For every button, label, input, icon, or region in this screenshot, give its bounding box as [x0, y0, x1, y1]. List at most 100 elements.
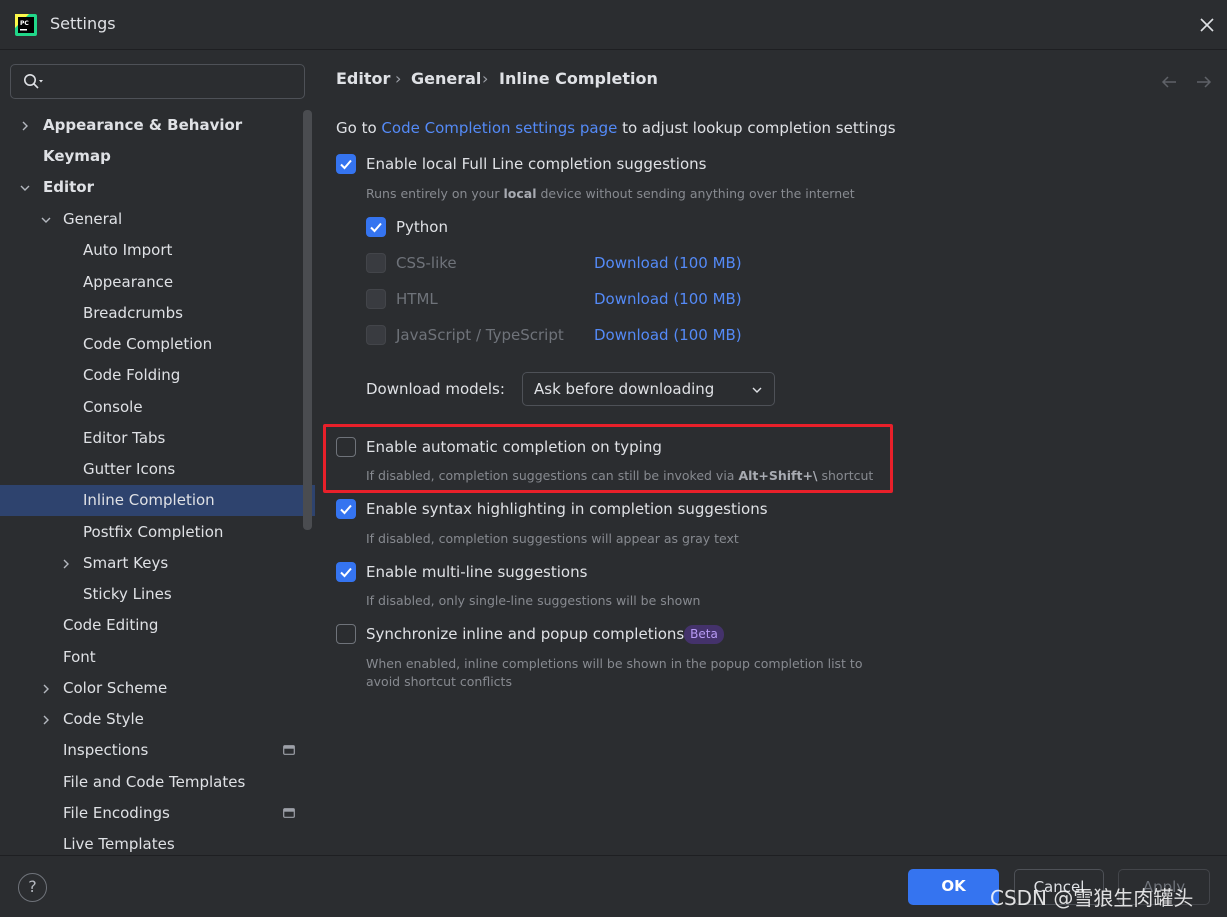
breadcrumb-separator: › — [395, 69, 402, 88]
html-label: HTML — [396, 290, 438, 308]
breadcrumb-inline-completion: Inline Completion — [499, 69, 658, 88]
help-button[interactable]: ? — [18, 873, 47, 902]
breadcrumb-editor[interactable]: Editor — [336, 69, 390, 88]
tree-item-console[interactable]: Console — [0, 392, 315, 423]
download-models-label: Download models: — [366, 380, 505, 398]
tree-item-label: Sticky Lines — [83, 585, 172, 603]
code-completion-settings-link[interactable]: Code Completion settings page — [381, 119, 617, 137]
chevron-right-icon — [22, 121, 28, 131]
tree-item-label: Code Style — [63, 710, 144, 728]
checkmark-icon — [340, 567, 352, 578]
javascript-typescript-checkbox[interactable] — [366, 325, 386, 345]
tree-item-color-scheme[interactable]: Color Scheme — [0, 673, 315, 704]
tree-item-code-folding[interactable]: Code Folding — [0, 360, 315, 391]
html-download-link[interactable]: Download (100 MB) — [594, 290, 742, 308]
svg-text:PC: PC — [20, 20, 29, 27]
tree-item-appearance-behavior[interactable]: Appearance & Behavior — [0, 110, 315, 141]
tree-item-gutter-icons[interactable]: Gutter Icons — [0, 454, 315, 485]
tree-item-code-completion[interactable]: Code Completion — [0, 329, 315, 360]
arrow-left-icon — [1161, 76, 1176, 88]
checkmark-icon — [340, 159, 352, 170]
tree-item-label: Code Completion — [83, 335, 213, 353]
tree-item-code-editing[interactable]: Code Editing — [0, 610, 315, 641]
checkmark-icon — [370, 222, 382, 233]
sync-popup-hint-line2: avoid shortcut conflicts — [366, 674, 512, 689]
tree-item-font[interactable]: Font — [0, 642, 315, 673]
project-scope-icon — [283, 745, 295, 755]
hint-shortcut: Alt+Shift+\ — [738, 468, 818, 483]
tree-item-label: Code Folding — [83, 366, 181, 384]
css-like-label: CSS-like — [396, 254, 457, 272]
css-like-checkbox[interactable] — [366, 253, 386, 273]
multi-line-checkbox[interactable] — [336, 562, 356, 582]
tree-item-label: Font — [63, 648, 96, 666]
tree-item-inline-completion[interactable]: Inline Completion — [0, 485, 315, 516]
full-line-checkbox[interactable] — [336, 154, 356, 174]
hint-text: shortcut — [821, 468, 874, 483]
tree-item-postfix-completion[interactable]: Postfix Completion — [0, 517, 315, 548]
tree-item-editor[interactable]: Editor — [0, 172, 315, 203]
search-icon — [23, 73, 45, 95]
forward-button[interactable] — [1193, 72, 1213, 92]
tree-item-label: Keymap — [43, 147, 111, 165]
hint-bold: local — [503, 186, 537, 201]
close-button[interactable] — [1192, 10, 1222, 40]
title-bar: PC Settings — [0, 0, 1227, 50]
tree-item-general[interactable]: General — [0, 204, 315, 235]
tree-item-file-code-templates[interactable]: File and Code Templates — [0, 767, 315, 798]
javascript-typescript-download-link[interactable]: Download (100 MB) — [594, 326, 742, 344]
python-label: Python — [396, 218, 448, 236]
tree-item-auto-import[interactable]: Auto Import — [0, 235, 315, 266]
back-button[interactable] — [1160, 72, 1180, 92]
download-models-select[interactable]: Ask before downloading — [522, 372, 775, 406]
syntax-highlight-checkbox[interactable] — [336, 499, 356, 519]
tree-item-keymap[interactable]: Keymap — [0, 141, 315, 172]
tree-item-label: Smart Keys — [83, 554, 169, 572]
tree-item-editor-tabs[interactable]: Editor Tabs — [0, 423, 315, 454]
tree-item-label: Editor Tabs — [83, 429, 166, 447]
close-icon — [1200, 18, 1214, 32]
sync-popup-checkbox[interactable] — [336, 624, 356, 644]
syntax-highlight-hint: If disabled, completion suggestions will… — [366, 531, 739, 546]
breadcrumb-general[interactable]: General — [411, 69, 481, 88]
chevron-right-icon — [63, 559, 69, 569]
tree-item-label: Console — [83, 398, 143, 416]
tree-item-label: Postfix Completion — [83, 523, 224, 541]
ok-button[interactable]: OK — [908, 869, 999, 905]
tree-item-label: General — [63, 210, 123, 228]
auto-completion-checkbox[interactable] — [336, 437, 356, 457]
tree-item-code-style[interactable]: Code Style — [0, 704, 315, 735]
javascript-typescript-label: JavaScript / TypeScript — [396, 326, 564, 344]
syntax-highlight-label: Enable syntax highlighting in completion… — [366, 500, 768, 518]
chevron-down-icon — [41, 217, 51, 223]
breadcrumb-separator: › — [482, 69, 489, 88]
tree-item-appearance[interactable]: Appearance — [0, 267, 315, 298]
tree-item-label: Color Scheme — [63, 679, 168, 697]
multi-line-label: Enable multi-line suggestions — [366, 563, 588, 581]
settings-tree: Appearance & Behavior Keymap Editor Gene… — [0, 110, 315, 855]
tree-item-inspections[interactable]: Inspections — [0, 735, 315, 766]
html-checkbox[interactable] — [366, 289, 386, 309]
tree-item-label: Appearance & Behavior — [43, 116, 243, 134]
tree-item-live-templates[interactable]: Live Templates — [0, 829, 315, 855]
tree-item-label: Inline Completion — [83, 491, 215, 509]
chevron-right-icon — [43, 684, 49, 694]
sync-popup-label: Synchronize inline and popup completions — [366, 625, 685, 643]
python-checkbox[interactable] — [366, 217, 386, 237]
hint-text: Runs entirely on your — [366, 186, 500, 201]
goto-line: Go to Code Completion settings page to a… — [336, 119, 896, 137]
css-like-download-link[interactable]: Download (100 MB) — [594, 254, 742, 272]
pycharm-logo-icon: PC — [15, 14, 37, 36]
tree-item-smart-keys[interactable]: Smart Keys — [0, 548, 315, 579]
tree-item-label: Breadcrumbs — [83, 304, 183, 322]
watermark-text: CSDN @雪狼生肉罐头 — [990, 886, 1194, 910]
tree-item-sticky-lines[interactable]: Sticky Lines — [0, 579, 315, 610]
auto-completion-label: Enable automatic completion on typing — [366, 438, 662, 456]
search-input[interactable] — [55, 69, 295, 95]
tree-item-file-encodings[interactable]: File Encodings — [0, 798, 315, 829]
sidebar-scrollbar[interactable] — [303, 110, 312, 530]
tree-item-breadcrumbs[interactable]: Breadcrumbs — [0, 298, 315, 329]
settings-search[interactable] — [10, 64, 305, 99]
full-line-label: Enable local Full Line completion sugges… — [366, 155, 707, 173]
hint-text: device without sending anything over the… — [540, 186, 855, 201]
